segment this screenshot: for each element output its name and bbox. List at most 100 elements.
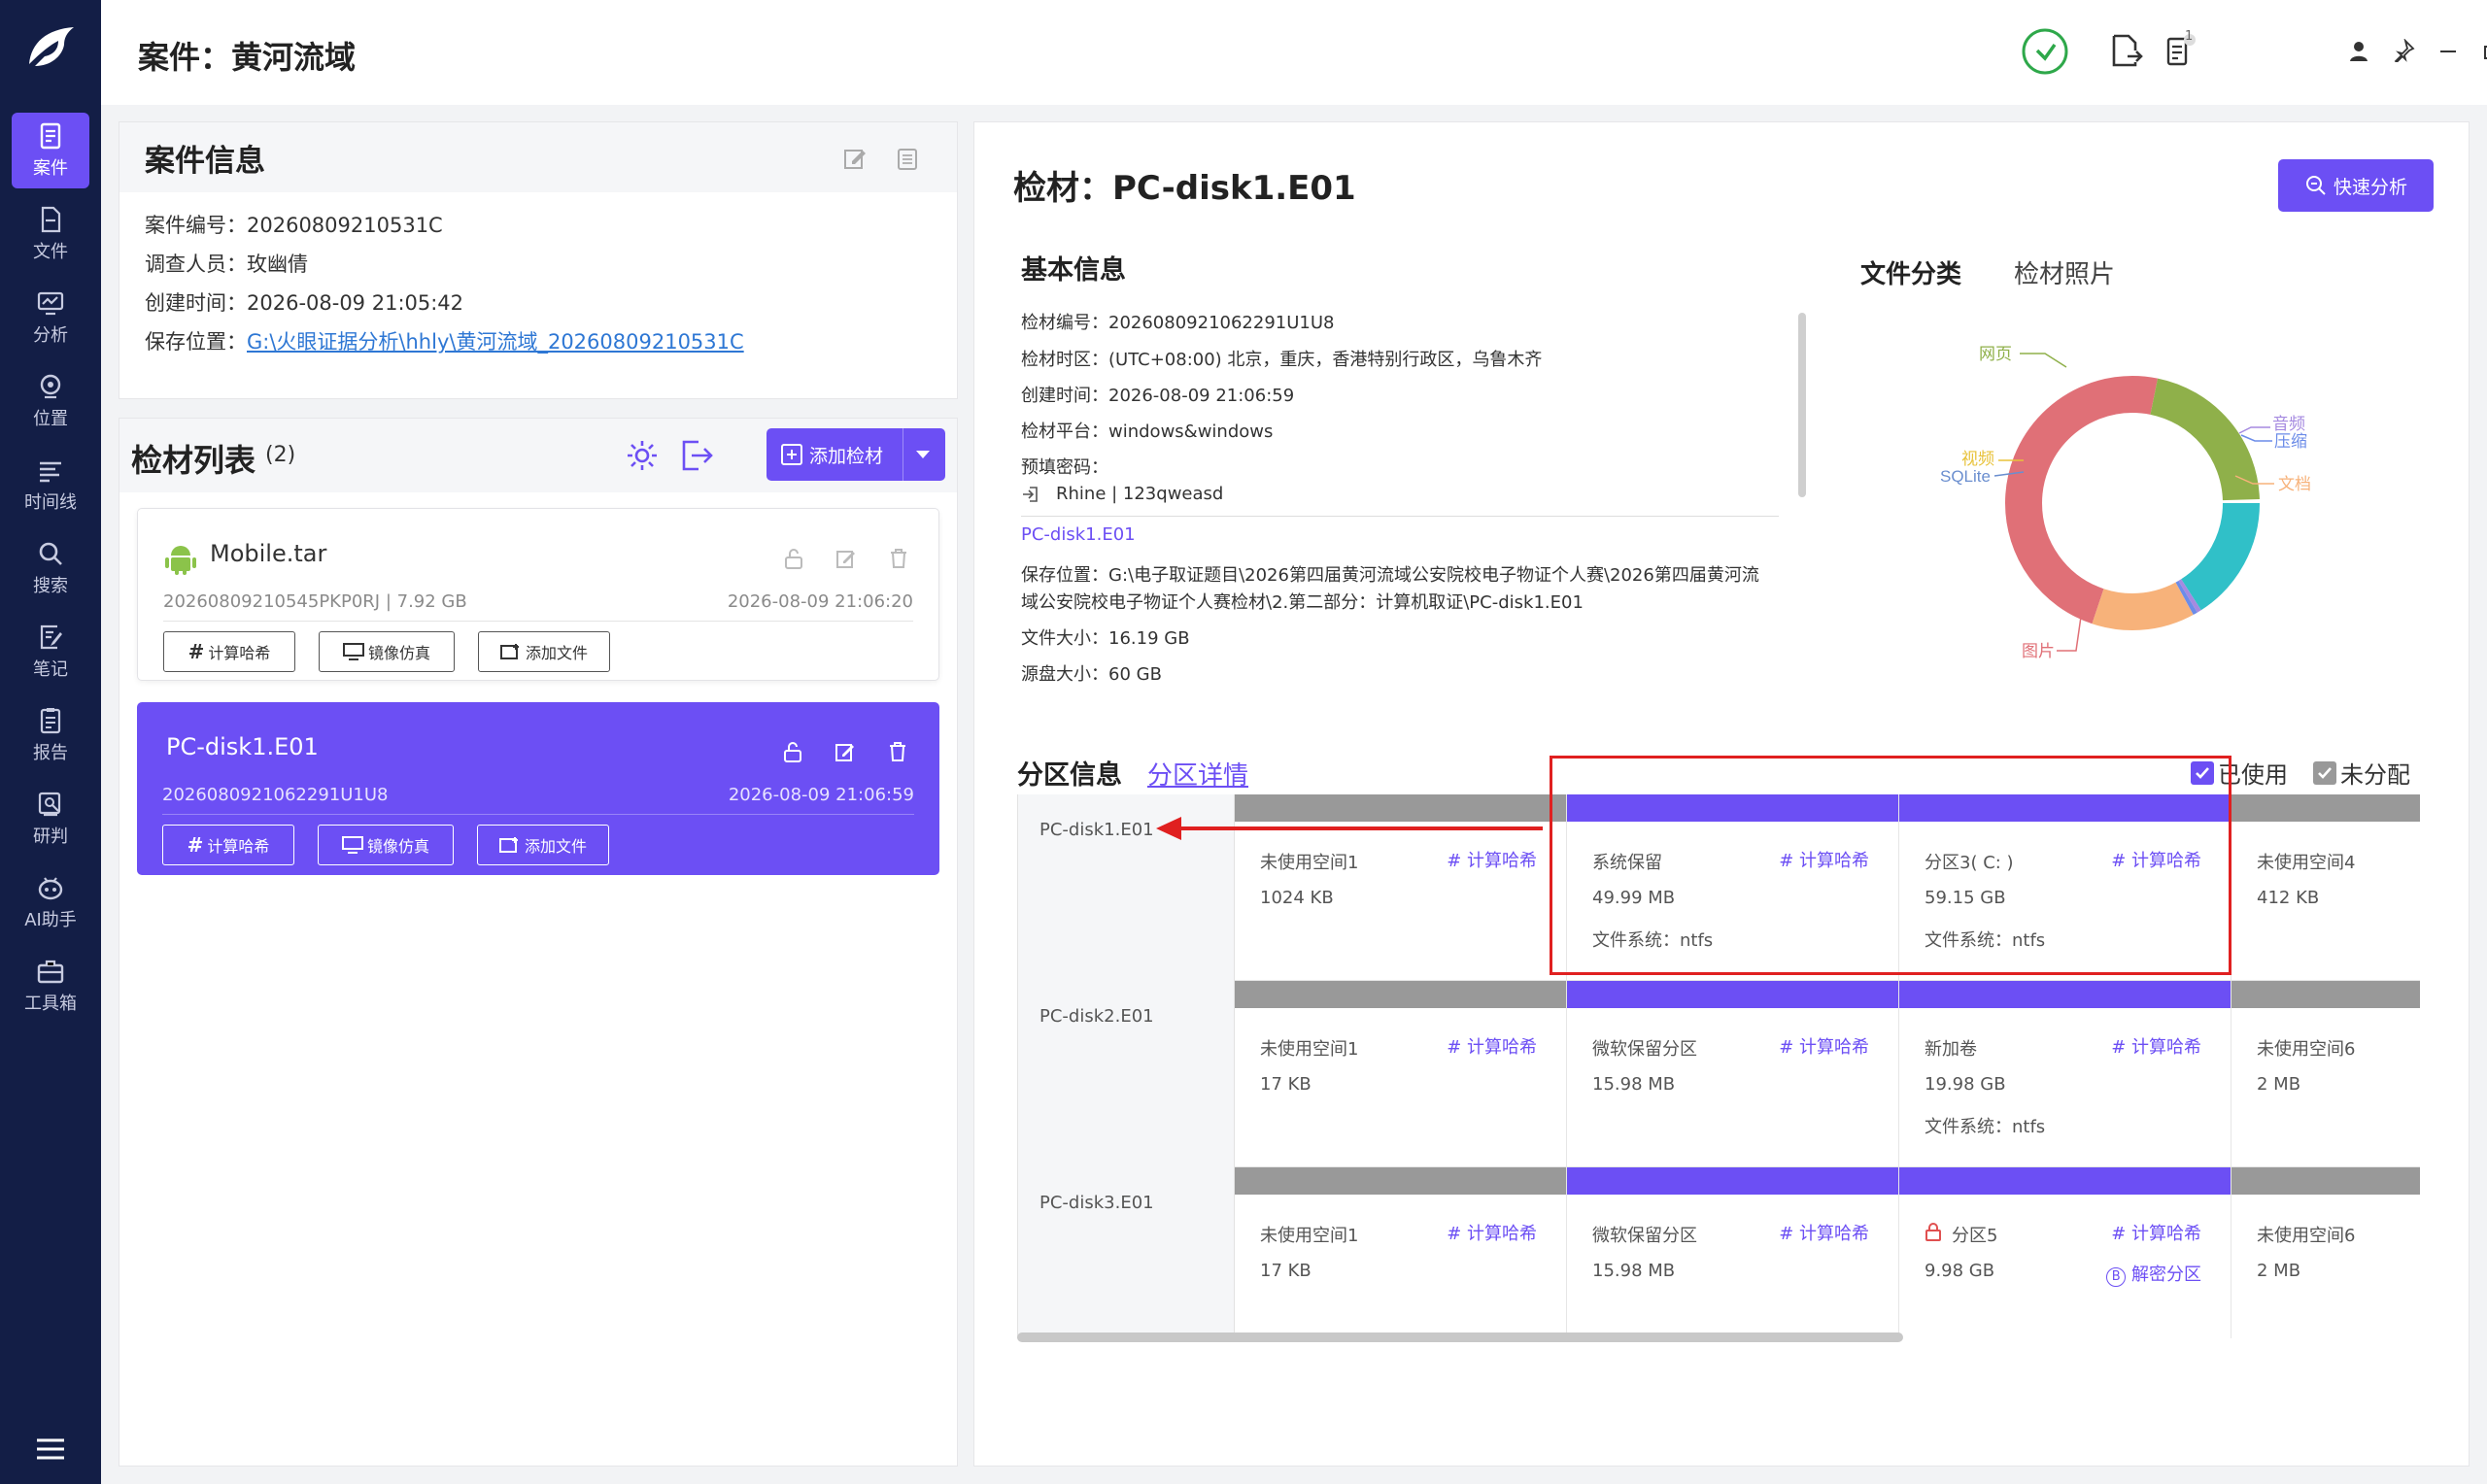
tab-evidence-photo[interactable]: 检材照片: [2014, 254, 2115, 290]
search-icon: [39, 542, 62, 565]
clipboard-icon[interactable]: [895, 146, 920, 171]
minimize-icon[interactable]: [2436, 39, 2460, 62]
legend-unallocated-checkbox[interactable]: 未分配: [2313, 756, 2410, 790]
toolbox-icon: [37, 960, 64, 984]
evidence-card-pc-disk1[interactable]: PC-disk1.E01 2026080921062291U1U8 2026-0…: [137, 702, 939, 875]
lock-icon[interactable]: [782, 741, 803, 762]
nav-item-analysis[interactable]: 分析: [12, 280, 89, 355]
partition-cell[interactable]: 未使用空间1 # 计算哈希 17 KB: [1235, 1167, 1567, 1338]
evidence-date: 2026-08-09 21:06:20: [727, 591, 913, 612]
nav-item-toolbox[interactable]: 工具箱: [12, 948, 89, 1024]
judge-icon: [38, 792, 61, 817]
nav-item-case[interactable]: 案件: [12, 113, 89, 188]
pie-label-audio: 音频: [2272, 415, 2305, 433]
nav-item-search[interactable]: 搜索: [12, 530, 89, 606]
user-icon[interactable]: [2347, 39, 2370, 62]
compute-hash-link[interactable]: # 计算哈希: [1779, 1220, 1869, 1245]
add-square-icon: [781, 444, 802, 465]
investigator-row: 调查人员：玫幽倩: [145, 253, 308, 276]
mirror-simulation-button[interactable]: 镜像仿真: [318, 825, 454, 865]
file-classification-donut-chart: 网页 音频 压缩 视频 SQLite 文档 图片: [1940, 345, 2311, 660]
partition-table-scrollbar[interactable]: [1017, 1332, 1903, 1342]
trash-icon[interactable]: [888, 548, 909, 569]
compute-hash-button[interactable]: # 计算哈希: [162, 825, 294, 865]
evidence-name: PC-disk1.E01: [166, 733, 319, 760]
compute-hash-link[interactable]: # 计算哈希: [1447, 1033, 1537, 1059]
partition-cell[interactable]: 未使用空间6 2 MB: [2231, 981, 2420, 1167]
basic-info-title: 基本信息: [1021, 255, 1126, 286]
partition-cell[interactable]: 未使用空间4 412 KB: [2231, 794, 2420, 981]
nav-item-file[interactable]: 文件: [12, 196, 89, 272]
partition-cell[interactable]: 未使用空间6 2 MB: [2231, 1167, 2420, 1338]
monitor-icon: [342, 643, 364, 660]
partition-cell[interactable]: 微软保留分区 # 计算哈希 15.98 MB: [1567, 1167, 1899, 1338]
compute-hash-link[interactable]: # 计算哈希: [1779, 1033, 1869, 1059]
save-location-row: 保存位置：G:\火眼证据分析\hhly\黄河流域_20260809210531C: [145, 330, 744, 354]
save-path-line-2: 域公安院校电子物证个人赛检材\2.第二部分：计算机取证\PC-disk1.E01: [1021, 592, 1584, 613]
created-time-row: 创建时间：2026-08-09 21:05:42: [145, 291, 464, 315]
edit-icon[interactable]: [842, 146, 868, 171]
nav-item-notes[interactable]: 笔记: [12, 614, 89, 690]
partition-row: PC-disk2.E01 未使用空间1 # 计算哈希 17 KB 微软保留分区 …: [1017, 981, 2420, 1167]
chevron-down-icon[interactable]: [914, 448, 932, 461]
nav-label: 文件: [33, 242, 68, 262]
analysis-icon: [37, 291, 64, 316]
compute-hash-link[interactable]: # 计算哈希: [2111, 1220, 2201, 1245]
shield-check-icon[interactable]: [2021, 27, 2069, 76]
nav-label: 搜索: [33, 576, 68, 596]
prefill-password-label: 预填密码：: [1021, 457, 1108, 478]
task-badge: 1: [2185, 29, 2194, 44]
evidence-meta: 20260809210545PKP0RJ | 7.92 GB: [163, 591, 467, 612]
nav-item-ai-assistant[interactable]: AI助手: [12, 864, 89, 940]
compute-hash-link[interactable]: # 计算哈希: [1447, 1220, 1537, 1245]
evidence-count: (2): [265, 443, 296, 467]
evidence-card-mobile[interactable]: Mobile.tar 20260809210545PKP0RJ | 7.92 G…: [137, 508, 939, 681]
compute-hash-button[interactable]: # 计算哈希: [163, 631, 295, 672]
save-location-link[interactable]: G:\火眼证据分析\hhly\黄河流域_20260809210531C: [247, 330, 744, 354]
evidence-list-title: 检材列表: [131, 442, 256, 479]
compute-hash-link[interactable]: # 计算哈希: [1447, 847, 1537, 872]
edit-icon[interactable]: [835, 548, 857, 569]
pie-label-images: 图片: [2022, 642, 2055, 660]
mirror-simulation-button[interactable]: 镜像仿真: [319, 631, 455, 672]
monitor-icon: [341, 836, 363, 854]
trash-icon[interactable]: [887, 741, 908, 762]
partition-info-title: 分区信息: [1017, 760, 1122, 791]
partition-details-link[interactable]: 分区详情: [1147, 756, 1248, 792]
tab-file-classification[interactable]: 文件分类: [1860, 254, 1961, 290]
edit-icon[interactable]: [835, 741, 856, 762]
pin-icon[interactable]: [2392, 39, 2415, 62]
pie-label-web: 网页: [1979, 345, 2012, 363]
source-disk-size: 源盘大小：60 GB: [1021, 664, 1162, 685]
evidence-number: 检材编号：2026080921062291U1U8: [1021, 313, 1335, 333]
partition-cell[interactable]: 未使用空间1 # 计算哈希 17 KB: [1235, 981, 1567, 1167]
nav-item-timeline[interactable]: 时间线: [12, 447, 89, 523]
nav-label: 报告: [33, 743, 68, 763]
disk-name-cell: PC-disk3.E01: [1017, 1167, 1235, 1338]
decrypt-partition-link[interactable]: B 解密分区: [2106, 1261, 2201, 1287]
nav-item-location[interactable]: 位置: [12, 363, 89, 439]
nav-item-report[interactable]: 报告: [12, 697, 89, 773]
lock-icon: [1925, 1223, 1941, 1241]
nav-item-judge[interactable]: 研判: [12, 781, 89, 857]
settings-gear-icon[interactable]: [625, 438, 660, 473]
decrypt-icon: B: [2106, 1267, 2127, 1287]
partition-cell[interactable]: 分区5 # 计算哈希 9.98 GB B 解密分区: [1899, 1167, 2231, 1338]
info-scrollbar[interactable]: [1798, 313, 1806, 497]
partition-cell[interactable]: 微软保留分区 # 计算哈希 15.98 MB: [1567, 981, 1899, 1167]
add-file-button[interactable]: 添加文件: [478, 631, 610, 672]
export-file-icon[interactable]: [2108, 33, 2143, 68]
quick-analysis-button[interactable]: 快速分析: [2278, 159, 2434, 212]
add-evidence-button[interactable]: 添加检材: [767, 428, 945, 481]
nav-label: AI助手: [24, 910, 77, 930]
case-info-panel: 案件信息 案件编号：20260809210531C 调查人员：玫幽倩 创建时间：…: [119, 121, 958, 399]
lock-icon[interactable]: [783, 548, 804, 569]
restore-icon[interactable]: [2481, 39, 2487, 62]
add-file-button[interactable]: 添加文件: [477, 825, 609, 865]
partition-cell[interactable]: 新加卷 # 计算哈希 19.98 GB 文件系统：ntfs: [1899, 981, 2231, 1167]
export-icon[interactable]: [679, 438, 714, 473]
menu-icon[interactable]: [35, 1437, 66, 1461]
compute-hash-link[interactable]: # 计算哈希: [2111, 1033, 2201, 1059]
nav-label: 笔记: [33, 659, 68, 680]
add-file-icon: [498, 837, 518, 853]
